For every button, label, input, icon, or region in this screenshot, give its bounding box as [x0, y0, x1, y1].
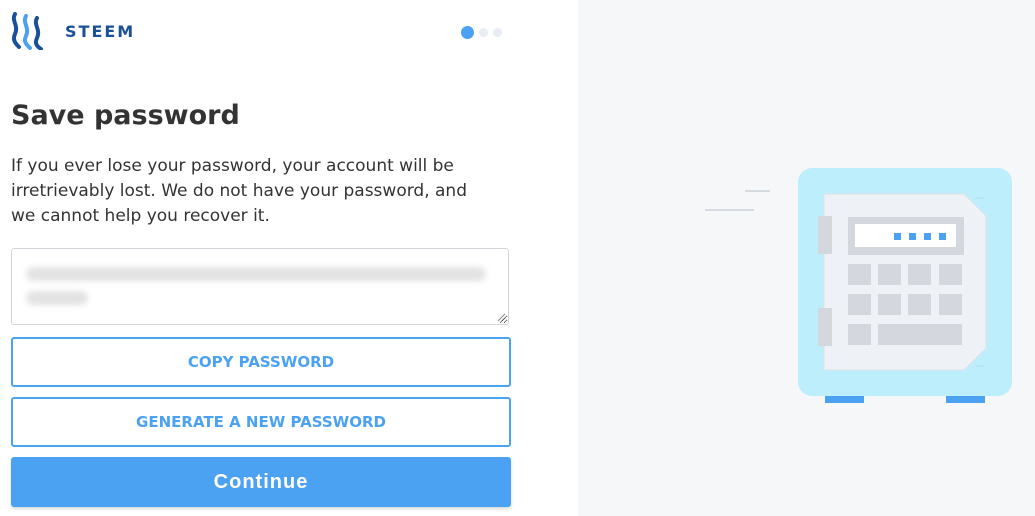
step-dot — [479, 28, 488, 37]
obscured-password-text — [26, 291, 88, 305]
brand-name: STEEM — [65, 22, 136, 41]
password-textarea[interactable] — [11, 248, 509, 325]
page-title: Save password — [11, 100, 240, 131]
step-indicator — [461, 26, 502, 39]
resize-handle-icon[interactable] — [497, 313, 506, 322]
obscured-password-text — [26, 267, 486, 281]
page-description: If you ever lose your password, your acc… — [11, 156, 467, 226]
copy-password-button[interactable]: COPY PASSWORD — [11, 337, 511, 387]
step-dot-active — [461, 26, 474, 39]
step-dot — [493, 28, 502, 37]
generate-password-button[interactable]: GENERATE A NEW PASSWORD — [11, 397, 511, 447]
safe-icon — [705, 168, 1012, 403]
continue-button[interactable]: Continue — [11, 457, 511, 507]
signup-panel: STEEM Save password If you ever lose you… — [0, 0, 578, 516]
steem-logo-icon — [11, 12, 43, 50]
